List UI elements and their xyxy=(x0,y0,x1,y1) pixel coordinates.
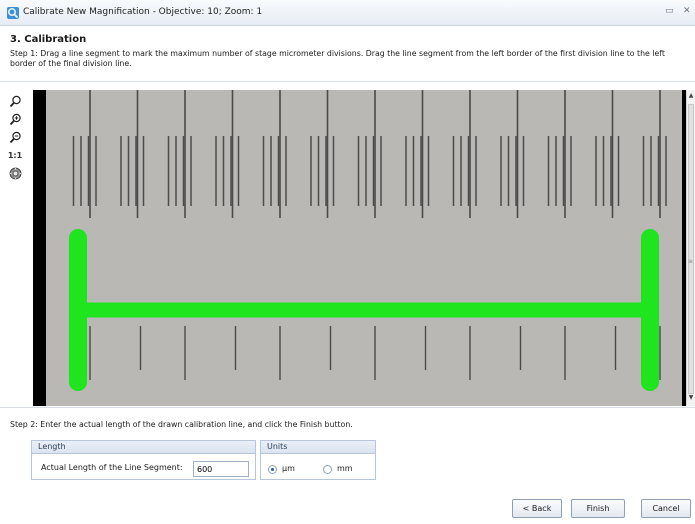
minimize-button[interactable]: ▭ xyxy=(665,6,674,16)
micrometer-image xyxy=(46,90,682,406)
length-field-label: Actual Length of the Line Segment: xyxy=(41,463,183,472)
zoom-out-icon xyxy=(9,131,21,144)
vertical-scrollbar[interactable]: ▲ ≡ ▼ xyxy=(686,90,695,406)
millimeter-radio[interactable] xyxy=(323,465,332,474)
title-bar: Calibrate New Magnification - Objective:… xyxy=(0,0,695,26)
length-group: Length Actual Length of the Line Segment… xyxy=(31,440,256,480)
zoom-out-tool[interactable] xyxy=(6,130,24,145)
app-microscope-icon xyxy=(7,7,19,19)
actual-size-tool[interactable]: 1:1 xyxy=(6,148,24,163)
micrometer-radio[interactable] xyxy=(268,465,277,474)
zoom-icon xyxy=(9,95,21,108)
units-group-header: Units xyxy=(261,441,375,454)
step1-instructions: Step 1: Drag a line segment to mark the … xyxy=(10,49,665,68)
step2-instructions: Step 2: Enter the actual length of the d… xyxy=(10,420,353,429)
close-button[interactable]: ✕ xyxy=(683,6,691,16)
scrollbar-thumb[interactable] xyxy=(688,104,694,394)
scroll-up-arrow-icon[interactable]: ▲ xyxy=(687,92,695,102)
zoom-tool[interactable] xyxy=(6,94,24,109)
zoom-in-icon xyxy=(9,113,21,126)
divider xyxy=(0,81,695,82)
window-title: Calibrate New Magnification - Objective:… xyxy=(23,7,263,17)
scrollbar-grip-icon: ≡ xyxy=(688,258,694,265)
image-toolbar: 1:1 xyxy=(4,91,32,406)
actual-size-icon: 1:1 xyxy=(7,151,23,160)
cancel-button[interactable]: Cancel xyxy=(641,499,691,518)
scroll-down-arrow-icon[interactable]: ▼ xyxy=(687,394,695,404)
units-group: Units µm mm xyxy=(260,440,376,480)
step-heading: 3. Calibration xyxy=(10,34,87,45)
finish-button[interactable]: Finish xyxy=(571,499,625,518)
divider xyxy=(0,407,695,408)
micrometer-image-view[interactable] xyxy=(33,90,686,406)
micrometer-radio-label[interactable]: µm xyxy=(282,464,295,473)
zoom-in-tool[interactable] xyxy=(6,112,24,127)
millimeter-radio-label[interactable]: mm xyxy=(337,464,353,473)
length-group-header: Length xyxy=(32,441,255,454)
back-button[interactable]: < Back xyxy=(512,499,562,518)
pan-tool[interactable] xyxy=(6,166,24,181)
length-input[interactable] xyxy=(193,461,249,477)
pan-icon xyxy=(9,167,21,180)
